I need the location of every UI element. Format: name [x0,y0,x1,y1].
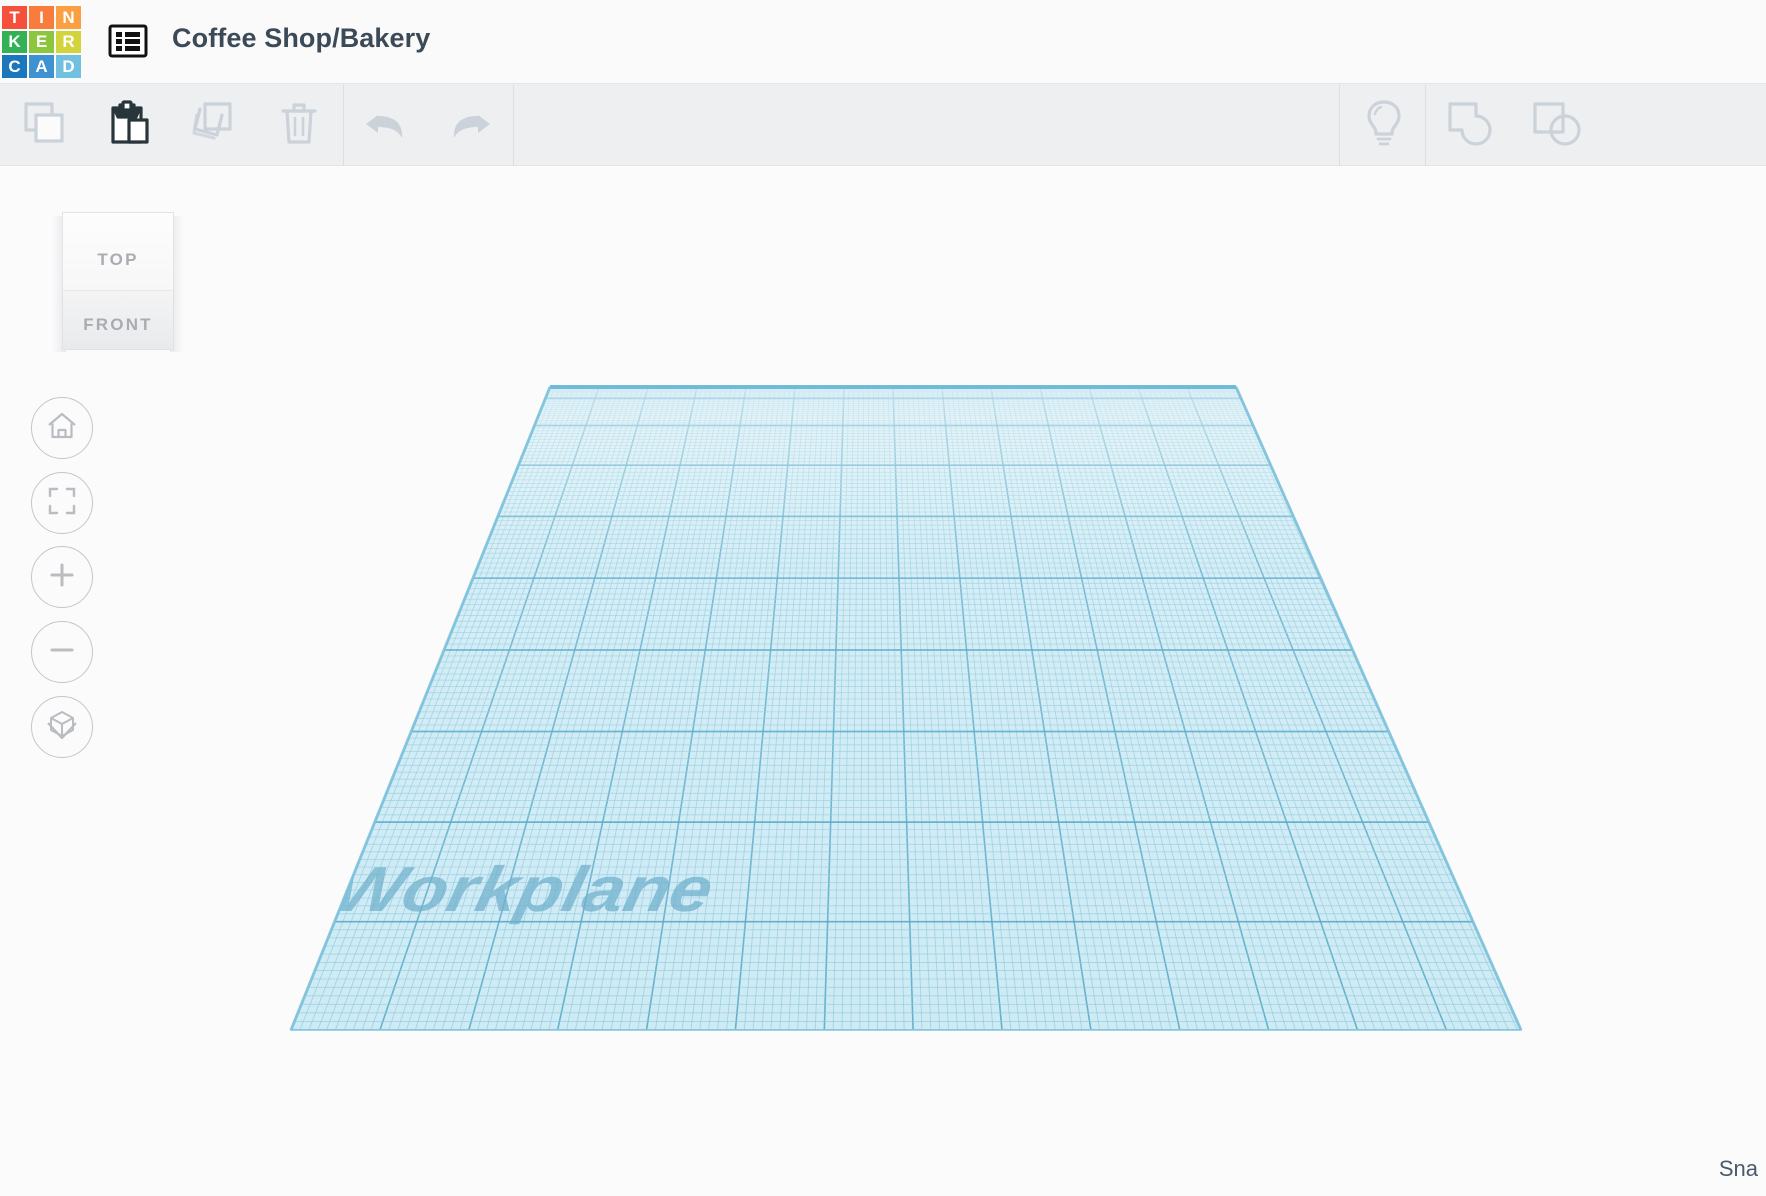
logo-tile-i: I [29,6,54,29]
paste-button[interactable] [98,84,156,166]
trash-button[interactable] [270,84,328,166]
viewport-3d[interactable]: Workplane TOP FRONT Sna [0,166,1766,1196]
logo-tile-c: C [2,55,27,78]
tinkercad-app: TIN KER CAD Coffee Shop/Bakery Workplane T… [0,0,1766,1196]
group-icon [1440,94,1498,157]
trash-icon [270,94,328,157]
logo-tile-t: T [2,6,27,29]
workplane: Workplane [0,166,1766,1196]
duplicate-icon [184,94,242,157]
tinkercad-logo[interactable]: TIN KER CAD [2,6,81,78]
redo-icon [440,94,498,157]
undo-button[interactable] [358,84,416,166]
cube-view-icon [44,707,80,748]
zoom-out-button[interactable] [31,621,93,683]
fit-view-icon [47,486,77,521]
copy-button[interactable] [16,84,74,166]
ungroup-icon [1527,94,1585,157]
fit-view-button[interactable] [31,472,93,534]
lightbulb-button[interactable] [1355,84,1413,166]
toolbar-divider [343,85,344,166]
paste-icon [98,94,156,157]
copy-icon [16,94,74,157]
logo-tile-e: E [29,30,54,54]
lightbulb-icon [1355,94,1413,157]
cube-view-button[interactable] [31,696,93,758]
zoom-out-icon [47,635,77,670]
snap-grid-label[interactable]: Sna [1719,1156,1758,1182]
home-icon [45,409,79,448]
view-cube-front-face[interactable]: FRONT [62,290,174,350]
logo-tile-k: K [2,30,27,54]
logo-tile-r: R [56,30,81,54]
toolbar-divider [1425,85,1426,166]
toolbar-divider [513,85,514,166]
duplicate-button[interactable] [184,84,242,166]
main-toolbar [0,83,1766,166]
group-button[interactable] [1440,84,1498,166]
logo-tile-n: N [56,6,81,29]
logo-tile-a: A [29,55,54,78]
page-title[interactable]: Coffee Shop/Bakery [172,23,430,54]
zoom-in-icon [47,560,77,595]
app-header: TIN KER CAD Coffee Shop/Bakery [0,0,1766,83]
undo-icon [358,94,416,157]
workplane-label: Workplane [327,854,720,925]
logo-tile-d: D [56,55,81,78]
redo-button[interactable] [440,84,498,166]
zoom-in-button[interactable] [31,546,93,608]
view-cube-top-face[interactable]: TOP [62,212,174,290]
home-button[interactable] [31,397,93,459]
toolbar-divider [1339,85,1340,166]
ungroup-button[interactable] [1527,84,1585,166]
view-cube[interactable]: TOP FRONT [52,212,184,360]
list-icon[interactable] [107,20,149,62]
